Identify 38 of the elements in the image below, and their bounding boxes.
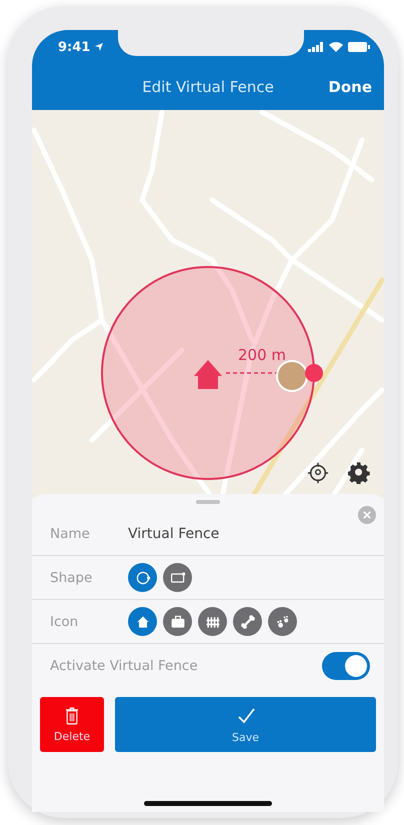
signal-icon: [308, 42, 324, 52]
name-label: Name: [50, 526, 91, 542]
status-time: 9:41: [58, 40, 90, 54]
rectangle-shape-icon: [170, 570, 186, 586]
icon-option[interactable]: [128, 607, 157, 636]
radius-handle[interactable]: [305, 364, 323, 382]
house-icon: [134, 614, 150, 630]
checkmark-icon: [236, 706, 256, 726]
name-value[interactable]: Virtual Fence: [128, 526, 220, 542]
shape-label: Shape: [50, 570, 94, 586]
icon-option[interactable]: [233, 607, 262, 636]
icon-label: Icon: [50, 614, 80, 630]
radius-label: 200 m: [238, 346, 286, 364]
location-arrow-icon: [95, 43, 104, 51]
delete-button[interactable]: Delete: [40, 697, 104, 752]
activate-toggle[interactable]: [322, 652, 370, 680]
icon-option[interactable]: [163, 607, 192, 636]
close-icon: [363, 511, 371, 519]
wifi-icon: [329, 42, 343, 52]
trash-icon: [65, 706, 79, 724]
icon-option[interactable]: [198, 607, 227, 636]
shape-option[interactable]: [128, 563, 157, 592]
done-button[interactable]: Done: [324, 76, 376, 98]
paw-icon: [274, 614, 290, 630]
battery-icon: [348, 42, 370, 52]
activate-label: Activate Virtual Fence: [50, 658, 198, 674]
photo-placeholder: [276, 360, 308, 392]
settings-icon: [348, 462, 370, 484]
screen-title: Edit Virtual Fence: [142, 78, 274, 96]
drag-handle[interactable]: [196, 500, 220, 504]
house-icon: [194, 360, 222, 389]
circle-shape-icon: [134, 570, 150, 586]
save-button[interactable]: Save: [115, 697, 376, 752]
icon-option[interactable]: [268, 607, 297, 636]
briefcase-icon: [170, 614, 186, 630]
location-target-icon: [307, 462, 329, 484]
shape-option[interactable]: [163, 563, 192, 592]
bone-icon: [240, 614, 256, 630]
